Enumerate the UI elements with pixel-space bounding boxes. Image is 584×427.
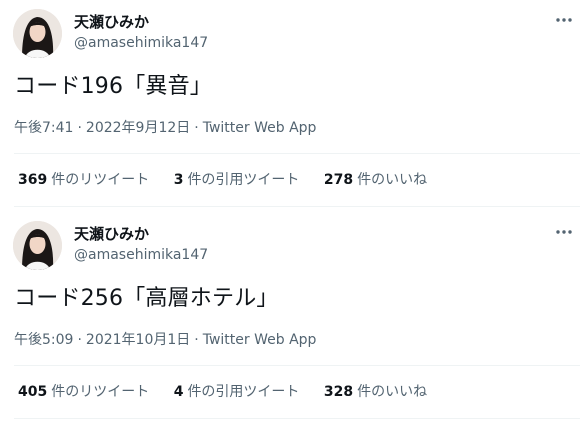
user-handle[interactable]: @amasehimika147 [74, 34, 208, 52]
quote-tweets-stat[interactable]: 4 件の引用ツイート [174, 382, 300, 402]
divider [14, 418, 580, 419]
retweets-stat[interactable]: 369 件のリツイート [18, 170, 149, 190]
more-horizontal-icon [556, 18, 572, 22]
tweet-meta: 午後7:41 · 2022年9月12日 · Twitter Web App [14, 118, 316, 138]
likes-count: 278 [323, 172, 354, 188]
meta-separator: · [194, 332, 199, 348]
profile-photo-icon [13, 221, 62, 270]
avatar[interactable] [13, 221, 62, 270]
tweet-time[interactable]: 午後5:09 [14, 332, 73, 348]
likes-label: 件のいいね [357, 172, 428, 188]
user-handle[interactable]: @amasehimika147 [74, 246, 208, 264]
display-name[interactable]: 天瀬ひみか [74, 224, 149, 244]
tweet-source[interactable]: Twitter Web App [203, 120, 317, 136]
quotes-label: 件の引用ツイート [187, 172, 300, 188]
retweets-count: 405 [18, 384, 48, 400]
meta-separator: · [194, 120, 199, 136]
likes-label: 件のいいね [357, 384, 428, 400]
quote-tweets-stat[interactable]: 3 件の引用ツイート [174, 170, 300, 190]
retweets-label: 件のリツイート [51, 172, 150, 188]
divider [14, 153, 580, 154]
more-options-button[interactable] [554, 222, 574, 242]
meta-separator: · [77, 332, 82, 348]
quotes-label: 件の引用ツイート [187, 384, 300, 400]
tweet-meta: 午後5:09 · 2021年10月1日 · Twitter Web App [14, 330, 316, 350]
retweets-stat[interactable]: 405 件のリツイート [18, 382, 149, 402]
divider [14, 206, 580, 207]
likes-stat[interactable]: 328 件のいいね [324, 382, 427, 402]
likes-stat[interactable]: 278 件のいいね [324, 170, 427, 190]
tweet-stats: 369 件のリツイート 3 件の引用ツイート 278 件のいいね [18, 170, 447, 190]
profile-photo-icon [13, 9, 62, 58]
more-options-button[interactable] [554, 10, 574, 30]
avatar[interactable] [13, 9, 62, 58]
divider [14, 365, 580, 366]
tweet-source[interactable]: Twitter Web App [203, 332, 317, 348]
tweet-date[interactable]: 2022年9月12日 [86, 120, 190, 136]
quotes-count: 3 [173, 172, 184, 188]
display-name[interactable]: 天瀬ひみか [74, 12, 149, 32]
meta-separator: · [77, 120, 82, 136]
tweet-text: コード196「異音」 [14, 74, 212, 99]
tweet-text: コード256「高層ホテル」 [14, 286, 279, 311]
quotes-count: 4 [173, 384, 184, 400]
more-horizontal-icon [556, 230, 572, 234]
tweet-date[interactable]: 2021年10月1日 [86, 332, 190, 348]
tweet-stats: 405 件のリツイート 4 件の引用ツイート 328 件のいいね [18, 382, 447, 402]
retweets-label: 件のリツイート [51, 384, 150, 400]
tweet-time[interactable]: 午後7:41 [14, 120, 73, 136]
likes-count: 328 [323, 384, 354, 400]
retweets-count: 369 [18, 172, 48, 188]
